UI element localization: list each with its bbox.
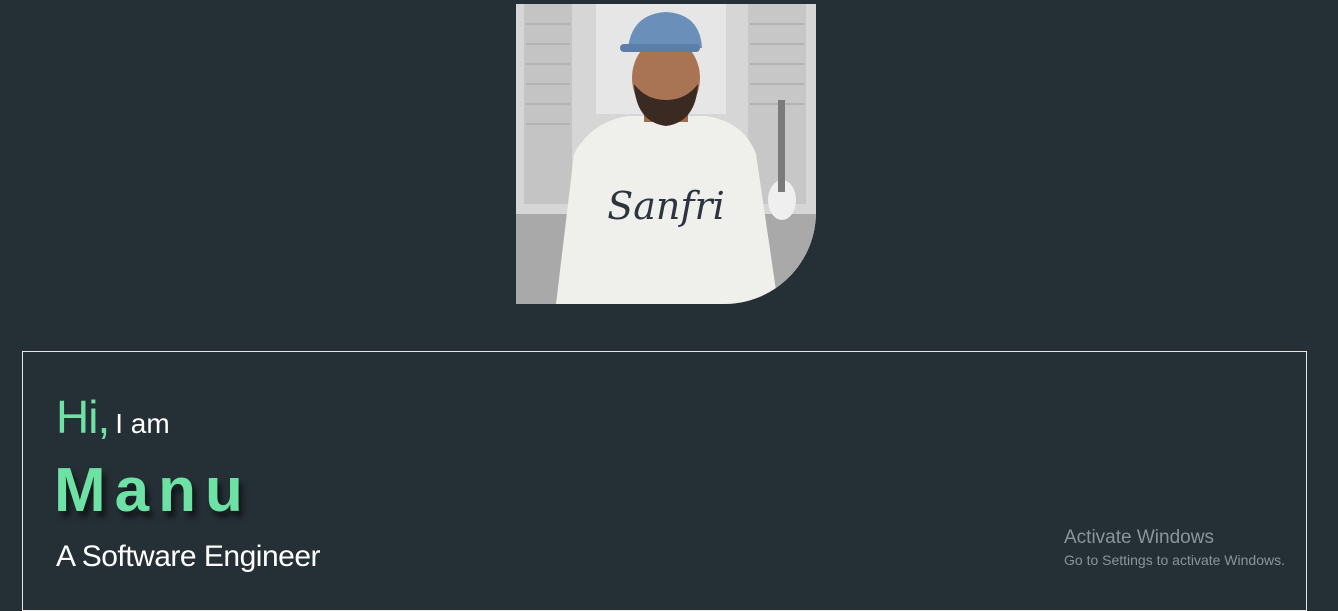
activate-windows-watermark: Activate Windows Go to Settings to activ… (1064, 526, 1285, 570)
greeting-rest: I am (115, 408, 170, 439)
watermark-subtitle: Go to Settings to activate Windows. (1064, 552, 1285, 568)
shirt-text: Sanfri (607, 184, 725, 228)
profile-photo: Sanfri (516, 4, 816, 304)
watermark-title: Activate Windows (1064, 527, 1214, 548)
greeting: Hi, I am (56, 390, 170, 444)
greeting-hi: Hi, (56, 391, 110, 443)
role-title: A Software Engineer (56, 540, 321, 573)
intro-card: Hi, I am Manu A Software Engineer (22, 351, 1307, 611)
person-name: Manu (54, 456, 252, 525)
